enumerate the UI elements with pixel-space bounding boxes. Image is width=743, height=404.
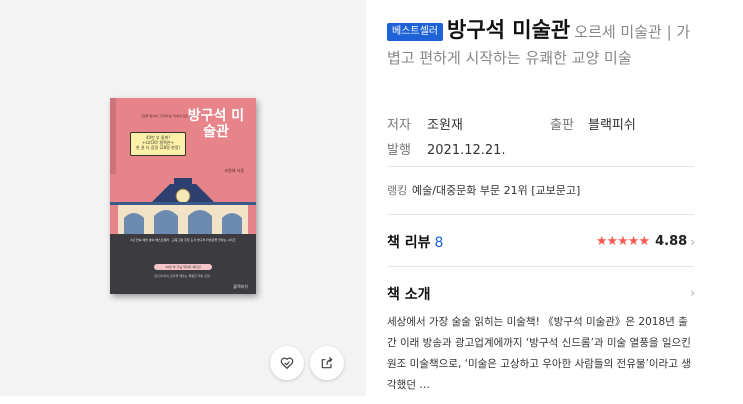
- bestseller-badge: 베스트셀러: [387, 23, 443, 41]
- ranking-value[interactable]: 예술/대중문화 부문 21위 [교보문고]: [412, 184, 580, 197]
- cover-publisher: 블랙피쉬: [233, 284, 248, 289]
- review-section-link[interactable]: 책 리뷰 8: [387, 232, 443, 252]
- chevron-right-icon[interactable]: ›: [690, 286, 695, 300]
- rating-summary[interactable]: ★★★★★ 4.88 ›: [596, 234, 695, 249]
- rating-stars: ★★★★★: [595, 234, 650, 249]
- review-label: 책 리뷰: [387, 235, 431, 251]
- intro-section-title[interactable]: 책 소개: [387, 284, 431, 304]
- cover-band-text: 2년 연속 예술 분야 베스트셀러 · 교육그램 추천 도서 방구석 미술관을 …: [130, 238, 236, 242]
- review-count: 8: [434, 235, 444, 251]
- intro-text: 세상에서 가장 술술 읽히는 미술책! 《방구석 미술관》은 2018년 출간 …: [387, 316, 691, 391]
- ranking-label: 랭킹: [387, 184, 408, 197]
- cover-title: 방구석 미술관: [187, 108, 245, 140]
- rating-score: 4.88: [655, 234, 688, 249]
- share-button[interactable]: [310, 346, 344, 380]
- share-icon: [321, 357, 333, 369]
- divider: [387, 266, 694, 267]
- chevron-right-icon: ›: [690, 234, 695, 249]
- divider: [387, 214, 694, 215]
- wishlist-button[interactable]: [270, 346, 304, 380]
- publisher-label: 출판: [550, 118, 574, 133]
- cover-pill: 40만 부 기념 럭셔리 에디션: [154, 264, 212, 270]
- product-image-panel: 그림을 알아야 그리워지는 미술의 모든 것 방구석 미술관 40만 부 돌파!…: [0, 0, 366, 396]
- divider: [387, 166, 694, 167]
- date-row: 발행 2021.12.21.: [387, 139, 506, 158]
- cover-illustration: [110, 174, 256, 236]
- author-link[interactable]: 조원재: [427, 114, 550, 133]
- date-label: 발행: [387, 143, 411, 158]
- heart-check-icon: [280, 357, 294, 369]
- book-cover-image[interactable]: 그림을 알아야 그리워지는 미술의 모든 것 방구석 미술관 40만 부 돌파!…: [110, 98, 256, 294]
- publish-date: 2021.12.21.: [427, 143, 506, 158]
- product-title: 방구석 미술관: [447, 18, 571, 42]
- author-label: 저자: [387, 118, 411, 133]
- author-row: 저자 조원재 출판 블랙피쉬: [387, 114, 636, 133]
- cover-band-text-2: 당신의 미의 감각을 깨우는 특별한 미술 교양: [154, 274, 210, 278]
- cover-sticker: 40만 부 돌파! +LUCKY 컬렉션+ 한 권 더 증정 (28명 한정): [130, 132, 186, 156]
- title-block: 베스트셀러 방구석 미술관 오르세 미술관 | 가볍고 편하게 시작하는 유쾌한 교…: [387, 17, 697, 71]
- ranking-row: 랭킹 예술/대중문화 부문 21위 [교보문고]: [387, 182, 580, 198]
- publisher-link[interactable]: 블랙피쉬: [588, 114, 636, 133]
